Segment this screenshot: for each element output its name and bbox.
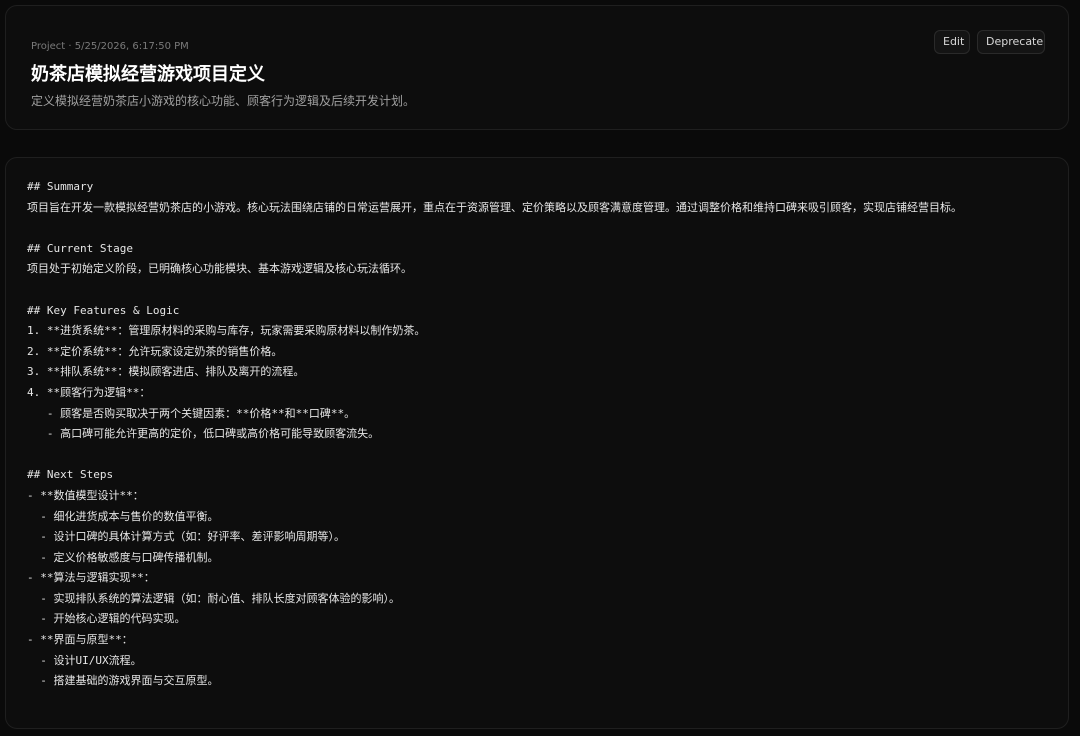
page-subtitle: 定义模拟经营奶茶店小游戏的核心功能、顾客行为逻辑及后续开发计划。 [31, 94, 416, 108]
deprecate-button[interactable]: Deprecate [977, 30, 1045, 54]
page-title: 奶茶店模拟经营游戏项目定义 [31, 64, 265, 85]
project-header-card: Project · 5/25/2026, 6:17:50 PM 奶茶店模拟经营游… [5, 5, 1069, 130]
project-meta: Project · 5/25/2026, 6:17:50 PM [31, 41, 189, 52]
edit-button[interactable]: Edit [934, 30, 970, 54]
document-content-card: ## Summary 项目旨在开发一款模拟经营奶茶店的小游戏。核心玩法围绕店铺的… [5, 157, 1069, 729]
document-body: ## Summary 项目旨在开发一款模拟经营奶茶店的小游戏。核心玩法围绕店铺的… [27, 180, 962, 688]
